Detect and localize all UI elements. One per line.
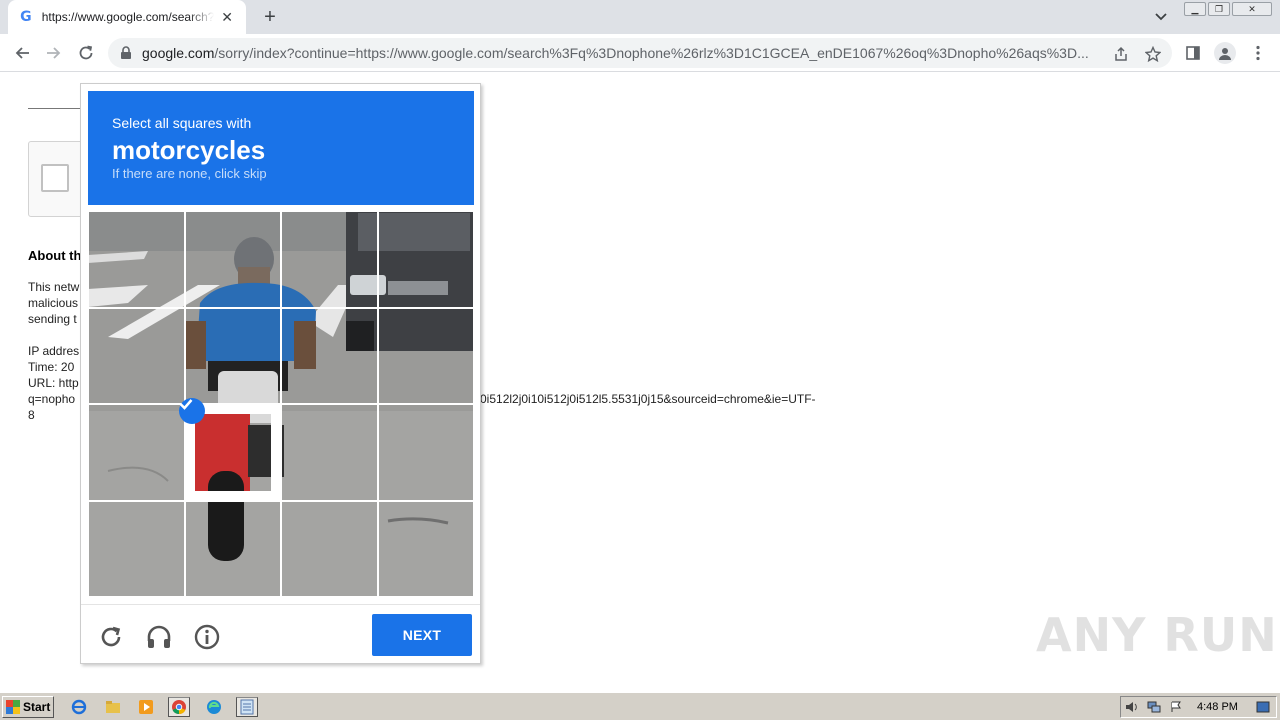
para-line: malicious (28, 296, 79, 310)
info-line: IP addres (28, 344, 80, 358)
window-controls: ▁ ❐ ✕ (1184, 2, 1272, 16)
url-path: /sorry/index?continue=https://www.google… (214, 45, 1089, 61)
url-host: google.com (142, 45, 215, 61)
tab-title: https://www.google.com/search?q=nophone (41, 10, 215, 24)
profile-avatar[interactable] (1213, 41, 1237, 65)
grid-tile-r4c1[interactable] (88, 500, 185, 597)
grid-tile-r1c2[interactable] (184, 211, 281, 308)
grid-tile-r2c1[interactable] (88, 307, 185, 404)
start-label: Start (23, 700, 51, 714)
address-bar[interactable]: google.com/sorry/index?continue=https://… (108, 38, 1172, 68)
next-button[interactable]: NEXT (372, 614, 472, 656)
reload-icon[interactable] (74, 41, 98, 65)
show-desktop-icon[interactable] (1252, 698, 1274, 716)
grid-tile-r2c2[interactable] (184, 307, 281, 404)
grid-tile-r2c4[interactable] (377, 307, 474, 404)
file-explorer-icon[interactable] (102, 697, 124, 717)
info-icon[interactable] (193, 623, 221, 651)
info-line: Time: 20 (28, 360, 75, 374)
back-arrow-icon[interactable] (10, 41, 34, 65)
google-g-icon: G (20, 9, 32, 25)
chrome-icon[interactable] (168, 697, 190, 717)
challenge-header: Select all squares with motorcycles If t… (88, 91, 474, 205)
recaptcha-checkbox[interactable] (41, 164, 69, 192)
side-panel-icon[interactable] (1181, 41, 1205, 65)
divider (28, 108, 80, 109)
challenge-keyword: motorcycles (112, 135, 266, 165)
share-icon[interactable] (1112, 45, 1130, 63)
volume-icon[interactable] (1121, 698, 1143, 716)
start-button[interactable]: Start (2, 696, 54, 718)
grid-tile-r4c2[interactable] (184, 500, 281, 597)
about-heading: About th (28, 248, 82, 263)
grid-tile-r4c3[interactable] (281, 500, 378, 597)
new-tab-button[interactable]: + (258, 6, 282, 28)
grid-tile-r1c1[interactable] (88, 211, 185, 308)
minimize-button[interactable]: ▁ (1184, 2, 1206, 16)
grid-tile-r3c2[interactable] (178, 398, 281, 501)
media-player-icon[interactable] (135, 697, 157, 717)
para-line: This netw (28, 280, 80, 294)
url-tail-text: 0i512l2j0i10i512j0i512l5.5531j0j15&sourc… (480, 392, 816, 406)
selected-check-icon (178, 398, 205, 424)
grid-tile-r3c4[interactable] (377, 404, 474, 501)
edge-icon[interactable] (203, 697, 225, 717)
reload-icon[interactable] (97, 623, 125, 651)
url-text: google.com/sorry/index?continue=https://… (142, 45, 1102, 61)
challenge-image-grid (88, 211, 474, 597)
anyrun-watermark: ANY RUN (1036, 608, 1278, 662)
challenge-footer: NEXT (81, 604, 480, 664)
grid-tile-r1c4[interactable] (377, 211, 474, 308)
grid-tile-r1c3[interactable] (281, 211, 378, 308)
para-line: sending t (28, 312, 77, 326)
browser-toolbar: google.com/sorry/index?continue=https://… (0, 34, 1280, 72)
kebab-menu-icon[interactable] (1246, 41, 1270, 65)
challenge-instruction: Select all squares with (112, 115, 252, 131)
challenge-hint: If there are none, click skip (112, 166, 267, 181)
info-line: URL: http (28, 376, 79, 390)
ie-icon[interactable] (68, 697, 90, 717)
info-line: q=nopho (28, 392, 76, 406)
grid-tile-r3c3[interactable] (281, 404, 378, 501)
browser-tab[interactable]: G https://www.google.com/search?q=nophon… (8, 0, 246, 34)
audio-icon[interactable] (145, 623, 173, 651)
system-tray: 4:48 PM (1120, 696, 1277, 718)
restore-button[interactable]: ❐ (1208, 2, 1230, 16)
windows-logo-icon (6, 700, 20, 714)
network-icon[interactable] (1143, 698, 1165, 716)
notepad-icon[interactable] (236, 697, 258, 717)
tab-close-icon[interactable]: ✕ (218, 8, 236, 26)
profile-icon (1214, 42, 1236, 64)
forward-arrow-icon[interactable] (42, 41, 66, 65)
taskbar: Start 4:48 PM (0, 692, 1280, 720)
grid-tile-r4c4[interactable] (377, 500, 474, 597)
grid-tile-r2c3[interactable] (281, 307, 378, 404)
close-window-button[interactable]: ✕ (1232, 2, 1272, 16)
action-center-flag-icon[interactable] (1165, 698, 1187, 716)
info-line: 8 (28, 408, 35, 422)
recaptcha-challenge: Select all squares with motorcycles If t… (80, 83, 481, 664)
tab-strip: G https://www.google.com/search?q=nophon… (0, 0, 1280, 34)
lock-icon[interactable] (120, 46, 134, 60)
grid-tile-r3c1[interactable] (88, 404, 185, 501)
tab-search-chevron-icon[interactable] (1151, 8, 1171, 26)
bookmark-star-icon[interactable] (1144, 45, 1162, 63)
taskbar-clock: 4:48 PM (1197, 701, 1238, 713)
